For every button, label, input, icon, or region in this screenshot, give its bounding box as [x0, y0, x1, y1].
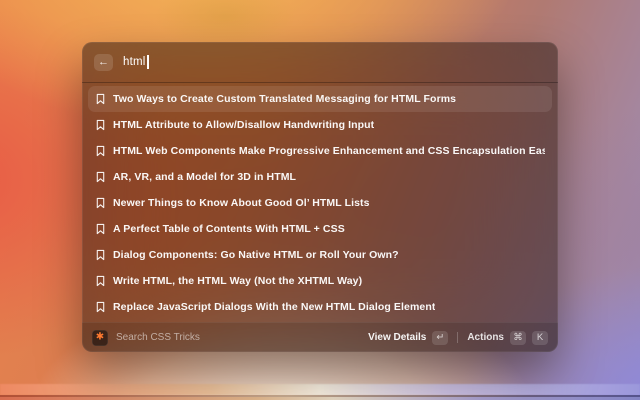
return-key-icon[interactable]: ↵	[432, 330, 449, 345]
bookmark-icon	[95, 171, 106, 183]
result-title: Replace JavaScript Dialogs With the New …	[113, 301, 436, 313]
list-item[interactable]: A Perfect Table of Contents With HTML + …	[88, 216, 552, 242]
search-query-text: html	[123, 56, 146, 68]
css-tricks-logo-icon: ✱	[92, 329, 108, 346]
list-item[interactable]: Write HTML, the HTML Way (Not the XHTML …	[88, 268, 552, 294]
result-title: Two Ways to Create Custom Translated Mes…	[113, 93, 457, 105]
text-caret	[147, 55, 149, 69]
bookmark-icon	[95, 223, 106, 235]
footer-app-info: ✱ Search CSS Tricks	[92, 329, 200, 346]
wallpaper-bottom-band	[0, 384, 640, 395]
bookmark-icon	[95, 301, 106, 313]
result-title: HTML Attribute to Allow/Disallow Handwri…	[113, 119, 375, 131]
list-item[interactable]: AR, VR, and a Model for 3D in HTML	[88, 164, 552, 190]
search-input[interactable]: html	[123, 55, 546, 69]
bookmark-icon	[95, 249, 106, 261]
command-key-icon[interactable]: ⌘	[510, 330, 526, 345]
results-list: Two Ways to Create Custom Translated Mes…	[82, 83, 558, 322]
wallpaper-bottom-edge	[0, 396, 640, 400]
result-title: AR, VR, and a Model for 3D in HTML	[113, 171, 297, 183]
bookmark-icon	[95, 275, 106, 287]
footer-actions: View Details ↵ Actions ⌘ K	[368, 330, 548, 345]
footer-bar: ✱ Search CSS Tricks View Details ↵ Actio…	[82, 322, 558, 352]
footer-divider	[457, 332, 459, 343]
list-item[interactable]: Replace JavaScript Dialogs With the New …	[88, 294, 552, 320]
star-glyph: ✱	[95, 331, 105, 342]
k-key-icon[interactable]: K	[532, 330, 548, 345]
bookmark-icon	[95, 93, 106, 105]
launcher-window: ← html Two Ways to Create Custom Transla…	[82, 42, 558, 352]
list-item[interactable]: HTML Attribute to Allow/Disallow Handwri…	[88, 112, 552, 138]
list-item[interactable]: Two Ways to Create Custom Translated Mes…	[88, 86, 552, 112]
result-title: HTML Web Components Make Progressive Enh…	[113, 145, 545, 157]
footer-app-label: Search CSS Tricks	[116, 332, 200, 343]
list-item[interactable]: Dialog Components: Go Native HTML or Rol…	[88, 242, 552, 268]
bookmark-icon	[95, 197, 106, 209]
result-title: Newer Things to Know About Good Ol’ HTML…	[113, 197, 370, 209]
list-item[interactable]: Newer Things to Know About Good Ol’ HTML…	[88, 190, 552, 216]
result-title: A Perfect Table of Contents With HTML + …	[113, 223, 345, 235]
bookmark-icon	[95, 145, 106, 157]
bookmark-icon	[95, 119, 106, 131]
actions-button[interactable]: Actions	[467, 332, 504, 343]
back-button[interactable]: ←	[94, 53, 113, 71]
search-bar: ← html	[82, 42, 558, 82]
result-title: Dialog Components: Go Native HTML or Rol…	[113, 249, 399, 261]
list-item[interactable]: HTML Web Components Make Progressive Enh…	[88, 138, 552, 164]
back-arrow-icon: ←	[98, 55, 109, 68]
result-title: Write HTML, the HTML Way (Not the XHTML …	[113, 275, 363, 287]
view-details-button[interactable]: View Details	[368, 332, 426, 343]
